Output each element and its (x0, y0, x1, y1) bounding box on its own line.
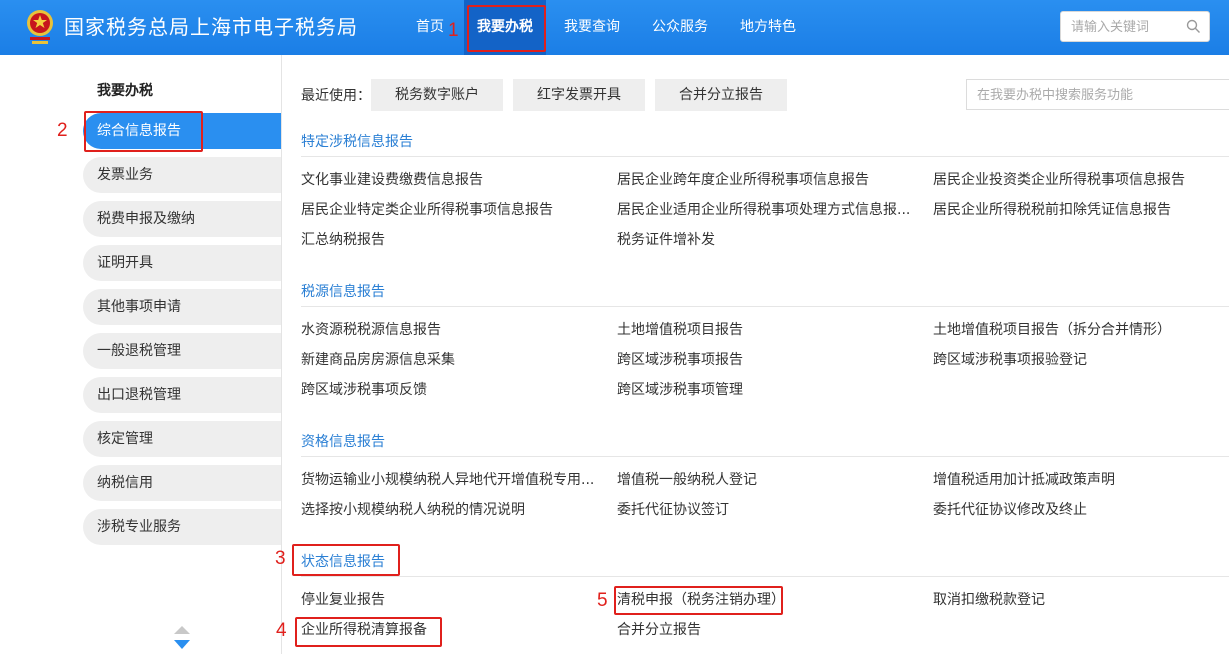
link-income-tax-treatment[interactable]: 居民企业适用企业所得税事项处理方式信息报... (617, 200, 910, 220)
header-search-input[interactable] (1069, 12, 1183, 43)
recent-merger-report-button[interactable]: 合并分立报告 (655, 79, 787, 111)
link-specific-income-tax[interactable]: 居民企业特定类企业所得税事项信息报告 (301, 200, 553, 220)
link-cancel-withholding[interactable]: 取消扣缴税款登记 (933, 590, 1045, 610)
search-icon[interactable] (1186, 19, 1201, 34)
link-agency-agreement-sign[interactable]: 委托代征协议签订 (617, 500, 729, 520)
section-title-tax-source-info[interactable]: 税源信息报告 (301, 281, 385, 301)
sidebar-item-other-applications[interactable]: 其他事项申请 (83, 289, 281, 325)
nav-query[interactable]: 我要查询 (564, 0, 620, 55)
sidebar-item-professional-services[interactable]: 涉税专业服务 (83, 509, 281, 545)
function-search-input[interactable] (975, 80, 1219, 111)
nav-local-features[interactable]: 地方特色 (740, 0, 796, 55)
link-merger-split-report[interactable]: 合并分立报告 (617, 620, 701, 640)
section-title-qualification-info[interactable]: 资格信息报告 (301, 431, 385, 451)
link-cross-region-feedback[interactable]: 跨区域涉税事项反馈 (301, 380, 427, 400)
link-land-vat-split-merge[interactable]: 土地增值税项目报告（拆分合并情形） (933, 320, 1171, 340)
recent-digital-account-button[interactable]: 税务数字账户 (371, 79, 503, 111)
section-divider (301, 306, 1229, 307)
link-land-vat-project[interactable]: 土地增值税项目报告 (617, 320, 743, 340)
section-divider (301, 456, 1229, 457)
section-divider (301, 156, 1229, 157)
link-agency-agreement-modify[interactable]: 委托代征协议修改及终止 (933, 500, 1087, 520)
header-search (1060, 11, 1210, 43)
link-new-housing-collection[interactable]: 新建商品房房源信息采集 (301, 350, 455, 370)
nav-public-service[interactable]: 公众服务 (652, 0, 708, 55)
sidebar-item-tax-credit[interactable]: 纳税信用 (83, 465, 281, 501)
link-culture-fee-report[interactable]: 文化事业建设费缴费信息报告 (301, 170, 483, 190)
top-header: 国家税务总局上海市电子税务局 首页 我要办税 我要查询 公众服务 地方特色 (0, 0, 1229, 55)
link-cross-year-income-tax[interactable]: 居民企业跨年度企业所得税事项信息报告 (617, 170, 869, 190)
link-tax-clearance-deregistration[interactable]: 清税申报（税务注销办理） (617, 590, 785, 610)
main-panel: 最近使用： 税务数字账户 红字发票开具 合并分立报告 特定涉税信息报告 文化事业… (282, 55, 1229, 654)
sidebar-item-assessment[interactable]: 核定管理 (83, 421, 281, 457)
link-suspension-resumption[interactable]: 停业复业报告 (301, 590, 385, 610)
link-pretax-deduction-voucher[interactable]: 居民企业所得税税前扣除凭证信息报告 (933, 200, 1171, 220)
sidebar-item-declaration-payment[interactable]: 税费申报及缴纳 (83, 201, 281, 237)
link-transport-special-invoice[interactable]: 货物运输业小规模纳税人异地代开增值税专用... (301, 470, 594, 490)
sidebar-item-export-refund[interactable]: 出口退税管理 (83, 377, 281, 413)
sidebar-title: 我要办税 (97, 83, 153, 99)
national-emblem-icon (27, 10, 53, 44)
function-search (966, 79, 1229, 111)
link-certificate-reissue[interactable]: 税务证件增补发 (617, 230, 715, 250)
nav-home[interactable]: 首页 (416, 0, 444, 55)
section-title-status-info[interactable]: 状态信息报告 (301, 551, 385, 571)
recent-red-invoice-button[interactable]: 红字发票开具 (513, 79, 645, 111)
link-investment-income-tax[interactable]: 居民企业投资类企业所得税事项信息报告 (933, 170, 1185, 190)
link-consolidated-report[interactable]: 汇总纳税报告 (301, 230, 385, 250)
recent-label: 最近使用： (301, 88, 371, 104)
link-small-scale-election[interactable]: 选择按小规模纳税人纳税的情况说明 (301, 500, 525, 520)
sidebar-item-invoice[interactable]: 发票业务 (83, 157, 281, 193)
link-cross-region-report[interactable]: 跨区域涉税事项报告 (617, 350, 743, 370)
link-cross-region-registration[interactable]: 跨区域涉税事项报验登记 (933, 350, 1087, 370)
sidebar-item-general-refund[interactable]: 一般退税管理 (83, 333, 281, 369)
link-general-taxpayer-registration[interactable]: 增值税一般纳税人登记 (617, 470, 757, 490)
link-cross-region-management[interactable]: 跨区域涉税事项管理 (617, 380, 743, 400)
link-water-resource-tax[interactable]: 水资源税税源信息报告 (301, 320, 441, 340)
section-title-specific-tax-info[interactable]: 特定涉税信息报告 (301, 131, 413, 151)
sidebar-item-comprehensive-report[interactable]: 综合信息报告 (83, 113, 281, 149)
link-income-tax-liquidation[interactable]: 企业所得税清算报备 (301, 620, 427, 640)
scroll-up-down-icon[interactable] (172, 624, 192, 652)
sidebar: 我要办税 综合信息报告 发票业务 税费申报及缴纳 证明开具 其他事项申请 一般退… (0, 55, 281, 654)
section-divider (301, 576, 1229, 577)
sidebar-item-certificate[interactable]: 证明开具 (83, 245, 281, 281)
link-vat-deduction-policy[interactable]: 增值税适用加计抵减政策声明 (933, 470, 1115, 490)
site-title: 国家税务总局上海市电子税务局 (64, 15, 358, 39)
nav-tax-handling[interactable]: 我要办税 (464, 0, 546, 55)
